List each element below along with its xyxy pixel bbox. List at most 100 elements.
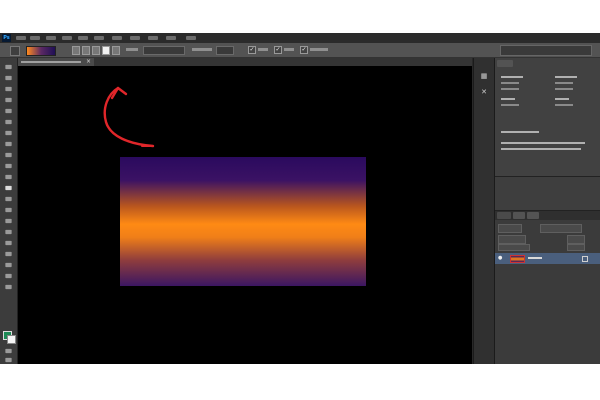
info-readout-row [555, 98, 569, 100]
info-readout-row [501, 82, 519, 84]
menu-item-window[interactable] [166, 36, 176, 40]
menu-bar: Ps [0, 33, 600, 43]
photoshop-window: Ps ✓ ✓ ✓ × ▦ ✕ ● [0, 33, 600, 364]
layer-name [528, 257, 542, 259]
brush-tool-icon[interactable] [4, 141, 13, 147]
mode-label [126, 48, 138, 51]
pen-tool-icon[interactable] [4, 218, 13, 224]
quick-mask-icon[interactable] [4, 348, 13, 354]
tab-paths[interactable] [527, 212, 539, 219]
workspace-switcher[interactable] [500, 45, 592, 56]
layer-fill-field[interactable] [567, 244, 585, 251]
quick-select-tool-icon[interactable] [4, 97, 13, 103]
reverse-label [258, 48, 268, 51]
opacity-label [192, 48, 212, 51]
linear-gradient-button[interactable] [72, 46, 80, 55]
layer-filter-icons[interactable] [540, 224, 582, 233]
menu-item-type[interactable] [78, 36, 88, 40]
info-panel [495, 58, 600, 177]
eye-icon[interactable]: ● [498, 255, 503, 261]
layer-thumbnail [510, 255, 525, 263]
zoom-tool-icon[interactable] [4, 273, 13, 279]
blend-mode-dropdown[interactable] [498, 235, 526, 244]
info-hint-line [501, 142, 585, 144]
lasso-tool-icon[interactable] [4, 86, 13, 92]
info-panel-tab[interactable] [497, 60, 513, 67]
gradient-tool-icon[interactable] [4, 185, 13, 191]
document-tab-title [21, 61, 81, 63]
blur-tool-icon[interactable] [4, 196, 13, 202]
tab-layers[interactable] [497, 212, 511, 219]
menu-item-select[interactable] [94, 36, 104, 40]
document-tab[interactable]: × [18, 58, 94, 66]
transparency-label [310, 48, 328, 51]
eyedropper-tool-icon[interactable] [4, 119, 13, 125]
clone-stamp-tool-icon[interactable] [4, 152, 13, 158]
layers-panel: ● [495, 210, 600, 364]
reflected-gradient-button[interactable] [102, 46, 110, 55]
info-hint-line [501, 148, 581, 150]
reverse-checkbox[interactable]: ✓ [248, 46, 256, 54]
transparency-checkbox[interactable]: ✓ [300, 46, 308, 54]
type-tool-icon[interactable] [4, 229, 13, 235]
tab-channels[interactable] [513, 212, 525, 219]
lock-icon [582, 256, 588, 262]
layer-row[interactable]: ● [495, 253, 600, 264]
menu-item-view[interactable] [148, 36, 158, 40]
layers-panel-tabs [495, 211, 600, 220]
close-icon[interactable]: × [86, 58, 91, 66]
healing-tool-icon[interactable] [4, 130, 13, 136]
mode-dropdown[interactable] [143, 46, 185, 55]
annotation-arrow [103, 86, 155, 148]
canvas-area[interactable] [18, 66, 472, 364]
path-select-tool-icon[interactable] [4, 240, 13, 246]
tool-preset-picker[interactable] [10, 46, 20, 56]
menu-item-file[interactable] [16, 36, 26, 40]
eraser-tool-icon[interactable] [4, 174, 13, 180]
angle-gradient-button[interactable] [92, 46, 100, 55]
radial-gradient-button[interactable] [82, 46, 90, 55]
options-bar: ✓ ✓ ✓ [0, 43, 600, 58]
tools-panel [0, 58, 18, 364]
dither-checkbox[interactable]: ✓ [274, 46, 282, 54]
info-readout-row [555, 104, 573, 106]
info-readout-row [501, 104, 519, 106]
info-readout-row [501, 76, 523, 78]
menu-item-3d[interactable] [130, 36, 140, 40]
info-readout-row [555, 88, 573, 90]
background-color-swatch[interactable] [7, 335, 16, 344]
menu-item-filter[interactable] [112, 36, 122, 40]
collapsed-panels-column: ▦ ✕ [473, 58, 495, 364]
marquee-tool-icon[interactable] [4, 75, 13, 81]
info-doc-size [501, 131, 539, 133]
crop-tool-icon[interactable] [4, 108, 13, 114]
photoshop-logo: Ps [2, 34, 11, 42]
diamond-gradient-button[interactable] [112, 46, 120, 55]
menu-item-image[interactable] [46, 36, 56, 40]
layer-filter-dropdown[interactable] [498, 224, 522, 233]
layer-opacity-field[interactable] [567, 235, 585, 244]
info-readout-row [501, 98, 515, 100]
document-tab-bar: × [18, 58, 472, 66]
more-tools-icon[interactable] [4, 284, 13, 290]
dodge-tool-icon[interactable] [4, 207, 13, 213]
info-readout-row [555, 76, 577, 78]
lock-controls[interactable] [498, 244, 530, 251]
move-tool-icon[interactable] [4, 64, 13, 70]
menu-item-edit[interactable] [30, 36, 40, 40]
tools-presets-icon[interactable]: ✕ [480, 88, 488, 96]
shape-tool-icon[interactable] [4, 251, 13, 257]
history-panel-icon[interactable]: ▦ [480, 72, 488, 80]
opacity-field[interactable] [216, 46, 234, 55]
gradient-canvas-image[interactable] [120, 157, 366, 286]
dither-label [284, 48, 294, 51]
right-panels: ● [495, 58, 600, 364]
screen-mode-icon[interactable] [4, 357, 13, 363]
menu-item-layer[interactable] [62, 36, 72, 40]
gradient-picker[interactable] [26, 46, 56, 56]
info-readout-row [501, 88, 519, 90]
history-brush-tool-icon[interactable] [4, 163, 13, 169]
info-readout-row [555, 82, 573, 84]
menu-item-help[interactable] [186, 36, 196, 40]
hand-tool-icon[interactable] [4, 262, 13, 268]
